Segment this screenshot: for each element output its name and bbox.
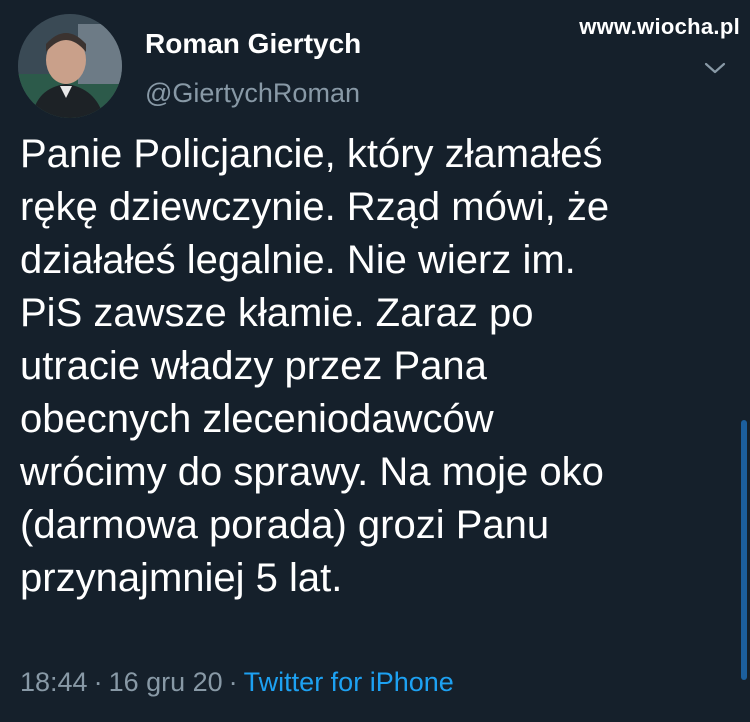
avatar[interactable] (18, 14, 122, 118)
tweet-text-line: rękę dziewczynie. Rząd mówi, że (20, 185, 610, 229)
author-display-name[interactable]: Roman Giertych (145, 28, 361, 60)
tweet-text: Panie Policjancie, który złamałeś rękę d… (20, 128, 725, 605)
tweet-text-line: obecnych zleceniodawców (20, 397, 494, 441)
chevron-down-icon[interactable] (703, 58, 727, 78)
tweet-text-line: przynajmniej 5 lat. (20, 556, 343, 600)
avatar-image (18, 14, 122, 118)
tweet-text-line: Panie Policjancie, który złamałeś (20, 132, 603, 176)
tweet-date[interactable]: 16 gru 20 (109, 667, 223, 697)
tweet-text-line: wrócimy do sprawy. Na moje oko (20, 450, 604, 494)
tweet-time[interactable]: 18:44 (20, 667, 88, 697)
tweet-text-line: PiS zawsze kłamie. Zaraz po (20, 291, 534, 335)
author-handle[interactable]: @GiertychRoman (145, 78, 360, 109)
meta-separator: · (93, 667, 103, 697)
meta-separator: · (228, 667, 238, 697)
watermark-text: www.wiocha.pl (579, 14, 740, 39)
tweet-meta: 18:44 · 16 gru 20 · Twitter for iPhone (20, 667, 454, 698)
tweet-text-line: (darmowa porada) grozi Panu (20, 503, 550, 547)
tweet-text-line: działałeś legalnie. Nie wierz im. (20, 238, 576, 282)
tweet-text-line: utracie władzy przez Pana (20, 344, 487, 388)
tweet-source-link[interactable]: Twitter for iPhone (244, 667, 454, 697)
tweet-card: Roman Giertych @GiertychRoman www.wiocha… (0, 0, 750, 722)
scrollbar[interactable] (741, 420, 747, 680)
